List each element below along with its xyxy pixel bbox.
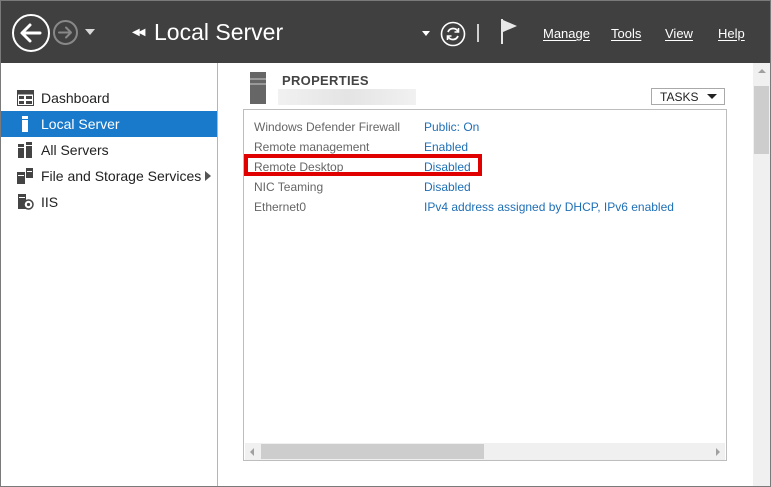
all-servers-icon	[18, 142, 32, 158]
sidebar-item-label: Local Server	[41, 116, 120, 132]
back-arrow-icon	[20, 23, 42, 43]
scroll-thumb[interactable]	[261, 444, 484, 459]
property-value-link[interactable]: Public: On	[424, 120, 479, 134]
properties-title: PROPERTIES	[282, 73, 369, 88]
property-row-firewall: Windows Defender Firewall Public: On	[254, 120, 724, 138]
iis-icon	[18, 194, 34, 210]
tasks-label: TASKS	[660, 90, 699, 104]
sidebar: Dashboard Local Server All Servers File …	[1, 63, 218, 486]
sidebar-item-iis[interactable]: IIS	[1, 189, 217, 215]
menu-tools[interactable]: Tools	[611, 26, 641, 41]
menu-manage[interactable]: Manage	[543, 26, 590, 41]
sidebar-item-dashboard[interactable]: Dashboard	[1, 85, 217, 111]
server-name-redacted	[278, 89, 416, 105]
property-name: Ethernet0	[254, 200, 307, 214]
property-row-ethernet: Ethernet0 IPv4 address assigned by DHCP,…	[254, 200, 724, 218]
main-content: PROPERTIES TASKS Windows Defender Firewa…	[218, 63, 770, 486]
sidebar-item-label: File and Storage Services	[41, 168, 202, 184]
sidebar-item-local-server[interactable]: Local Server	[1, 111, 217, 137]
server-manager-window: ◀◀ Local Server Manage Tools View Help D…	[0, 0, 771, 487]
tasks-dropdown-icon	[707, 94, 717, 99]
history-dropdown-icon[interactable]	[85, 29, 95, 35]
local-server-icon	[22, 116, 28, 132]
tasks-button[interactable]: TASKS	[651, 88, 725, 105]
remote-desktop-highlight-box	[244, 154, 482, 176]
scroll-thumb[interactable]	[754, 86, 769, 154]
property-value-link[interactable]: Disabled	[424, 180, 471, 194]
server-tile-icon	[250, 72, 266, 104]
property-row-nic-teaming: NIC Teaming Disabled	[254, 180, 724, 198]
breadcrumb-arrow-icon: ◀◀	[132, 27, 145, 38]
scroll-up-icon[interactable]	[758, 69, 766, 73]
vertical-scrollbar[interactable]	[753, 63, 770, 486]
horizontal-scrollbar[interactable]	[245, 443, 725, 460]
notifications-flag-icon[interactable]	[499, 17, 519, 45]
sidebar-item-all-servers[interactable]: All Servers	[1, 137, 217, 163]
header-bar: ◀◀ Local Server Manage Tools View Help	[1, 1, 770, 63]
scroll-right-icon[interactable]	[716, 448, 720, 456]
header-divider	[477, 24, 479, 42]
property-name: NIC Teaming	[254, 180, 324, 194]
dashboard-icon	[17, 90, 34, 106]
menu-help[interactable]: Help	[718, 26, 745, 41]
page-title: Local Server	[154, 19, 284, 45]
title-dropdown-icon[interactable]	[422, 31, 430, 36]
scroll-left-icon[interactable]	[250, 448, 254, 456]
expand-chevron-icon[interactable]	[205, 171, 211, 181]
property-value-link[interactable]: IPv4 address assigned by DHCP, IPv6 enab…	[424, 200, 674, 214]
refresh-icon[interactable]	[440, 21, 466, 47]
property-name: Windows Defender Firewall	[254, 120, 401, 134]
menu-view[interactable]: View	[665, 26, 693, 41]
sidebar-item-label: IIS	[41, 194, 59, 210]
forward-button[interactable]	[53, 20, 78, 45]
property-value-link[interactable]: Enabled	[424, 140, 468, 154]
forward-arrow-icon	[58, 26, 72, 39]
sidebar-item-label: All Servers	[41, 142, 109, 158]
storage-icon	[17, 168, 33, 184]
property-name: Remote management	[254, 140, 370, 154]
sidebar-item-file-storage[interactable]: File and Storage Services	[1, 163, 217, 189]
back-button[interactable]	[12, 14, 50, 52]
sidebar-item-label: Dashboard	[41, 90, 110, 106]
